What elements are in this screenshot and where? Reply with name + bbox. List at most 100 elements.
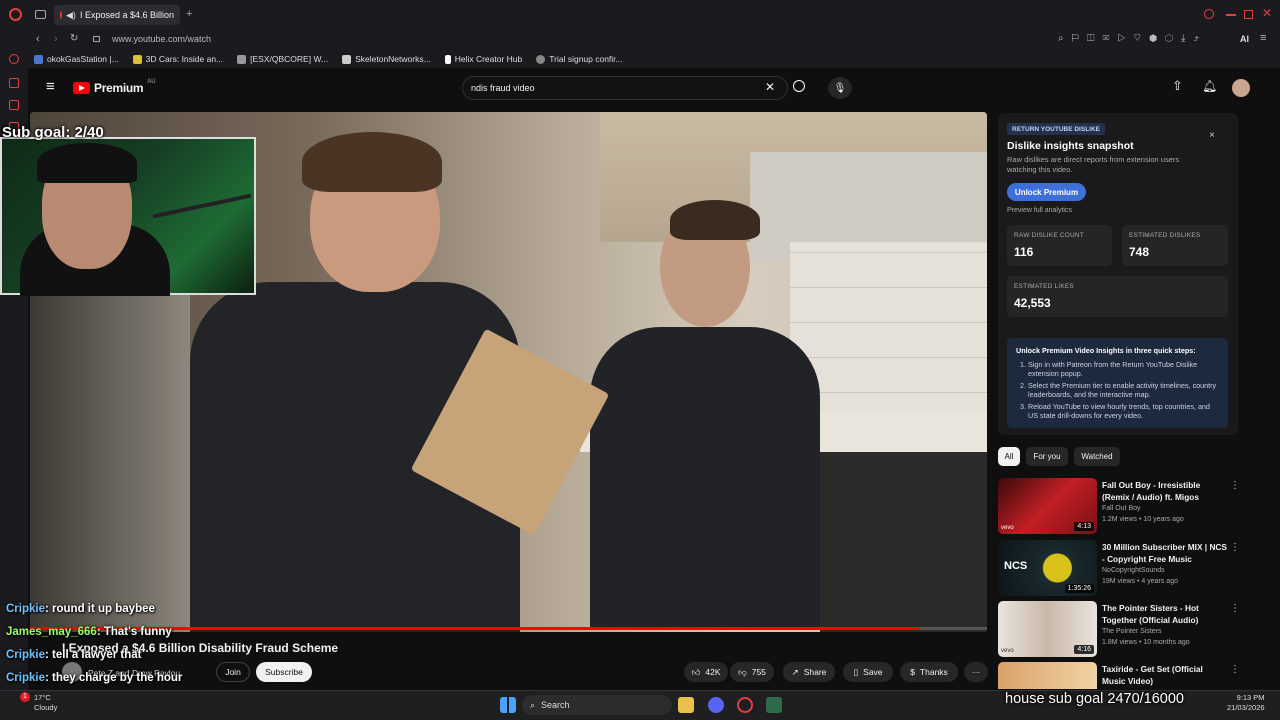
youtube-logo[interactable]: Premium AU <box>73 79 156 95</box>
youtube-play-icon <box>73 82 90 94</box>
ncs-logo: NCS <box>1004 560 1028 572</box>
weather-condition: Cloudy <box>34 702 58 712</box>
chat-user: James_may_666 <box>6 626 97 638</box>
join-button[interactable]: Join <box>216 662 250 682</box>
opera-logo-icon[interactable] <box>9 8 22 21</box>
terminal-icon[interactable] <box>766 697 782 713</box>
discord-icon[interactable] <box>708 697 724 713</box>
chip-watched[interactable]: Watched <box>1074 447 1120 466</box>
speaker-icon[interactable]: ◀) <box>66 10 76 21</box>
chip-all[interactable]: All <box>998 447 1020 466</box>
recommendation-item[interactable]: vevo 4:13 Fall Out Boy - Irresistible (R… <box>998 478 1240 536</box>
estimated-likes-card: ESTIMATED LIKES 42,553 <box>1007 276 1228 317</box>
recommendation-thumbnail[interactable] <box>998 662 1097 689</box>
new-tab-button[interactable]: + <box>186 8 192 20</box>
microphone-icon[interactable]: 🎙︎ <box>828 77 852 99</box>
recommendation-thumbnail[interactable]: vevo 4:16 <box>998 601 1097 657</box>
restore-button[interactable] <box>1244 10 1253 19</box>
file-explorer-icon[interactable] <box>678 697 694 713</box>
chat-message: : tell a lawyer that <box>45 649 142 661</box>
windows-start-icon[interactable] <box>500 697 516 713</box>
duration-badge: 4:16 <box>1074 645 1094 654</box>
back-icon[interactable]: ‹ <box>36 33 40 45</box>
lock-icon[interactable] <box>93 36 100 42</box>
recommendation-title: Fall Out Boy - Irresistible (Remix / Aud… <box>1102 480 1201 502</box>
thumbs-up-icon: 👍︎ <box>691 666 701 677</box>
tab-overview-icon[interactable] <box>35 10 46 19</box>
sidebar-red-icon-2[interactable] <box>9 78 19 88</box>
bookmark-item[interactable]: okokGasStation |... <box>34 54 119 64</box>
sidebar-red-icon-3[interactable] <box>9 100 19 110</box>
recommendation-meta: 19M views • 4 years ago <box>1102 578 1178 585</box>
system-clock[interactable]: 9:13 PM 21/03/2026 <box>1227 693 1265 713</box>
tab-title: I Exposed a $4.6 Billion <box>79 10 174 20</box>
webcam-microphone-arm <box>152 193 252 219</box>
streamer-webcam <box>0 137 256 296</box>
more-options-icon[interactable]: ⋮ <box>1230 603 1240 614</box>
forward-icon[interactable]: › <box>54 33 58 45</box>
date: 21/03/2026 <box>1227 702 1265 712</box>
thanks-icon: $ <box>910 667 915 677</box>
vevo-label: vevo <box>1001 525 1014 531</box>
step-item: Reload YouTube to view hourly trends, to… <box>1028 402 1221 420</box>
more-options-icon[interactable]: ⋮ <box>1230 664 1238 675</box>
recommendation-thumbnail[interactable]: NCS 1:35:26 <box>998 540 1097 596</box>
preview-analytics-link[interactable]: Preview full analytics <box>1007 207 1072 214</box>
house-sub-goal-overlay: house sub goal 2470/16000 <box>1005 691 1184 707</box>
url-field[interactable]: www.youtube.com/watch <box>112 34 211 44</box>
ai-button[interactable]: AI <box>1240 34 1249 44</box>
panel-description: Raw dislikes are direct reports from ext… <box>1007 155 1180 174</box>
bookmark-item[interactable]: Trial signup confir... <box>536 54 623 64</box>
share-button[interactable]: ↗ Share <box>783 662 835 682</box>
bookmark-item[interactable]: 3D Cars: Inside an... <box>132 54 223 64</box>
clear-search-icon[interactable]: ✕ <box>765 80 775 94</box>
subscribe-button[interactable]: Subscribe <box>256 662 312 682</box>
chat-user: Cripkie <box>6 672 45 684</box>
save-button[interactable]: ▯ Save <box>843 662 893 682</box>
bookmark-item[interactable]: [ESX/QBCORE] W... <box>237 54 328 64</box>
avatar[interactable] <box>1232 79 1250 97</box>
bookmark-favicon-icon <box>536 54 546 64</box>
recording-dot-icon <box>60 11 63 19</box>
steps-heading: Unlock Premium Video Insights in three q… <box>1016 346 1196 355</box>
recommendation-item[interactable]: Taxiride - Get Set (Official Music Video… <box>998 662 1238 689</box>
chat-line: James_may_666: That's funny <box>6 626 172 638</box>
close-window-button[interactable]: ✕ <box>1262 6 1272 20</box>
taskbar-search-input[interactable]: ⌕ Search <box>522 695 672 715</box>
bookmark-favicon-icon <box>132 54 142 64</box>
dislike-button[interactable]: 👎︎ 755 <box>730 662 774 682</box>
opera-taskbar-icon[interactable] <box>737 697 753 713</box>
bookmark-favicon-icon <box>34 54 43 64</box>
search-input[interactable]: ndis fraud video <box>462 76 788 100</box>
more-actions-button[interactable]: ··· <box>964 662 988 682</box>
recommendation-item[interactable]: vevo 4:16 The Pointer Sisters - Hot Toge… <box>998 601 1240 659</box>
bookmark-item[interactable]: SkeletonNetworks... <box>342 54 431 64</box>
search-tabs-icon[interactable] <box>1204 9 1214 19</box>
thanks-button[interactable]: $ Thanks <box>900 662 958 682</box>
unlock-premium-button[interactable]: Unlock Premium <box>1007 183 1086 201</box>
chat-line: Cripkie: round it up baybee <box>6 603 155 615</box>
recommendation-item[interactable]: NCS 1:35:26 30 Million Subscriber MIX | … <box>998 540 1240 598</box>
browser-tab-bar: ◀) I Exposed a $4.6 Billion + ✕ <box>0 0 1280 30</box>
bookmark-item[interactable]: Helix Creator Hub <box>444 54 522 64</box>
chip-for-you[interactable]: For you <box>1026 447 1068 466</box>
minimize-button[interactable] <box>1226 14 1236 16</box>
reload-icon[interactable]: ↻ <box>70 33 78 44</box>
sidebar-red-icon-1[interactable] <box>9 54 19 64</box>
upload-icon[interactable]: ⇧ <box>1172 78 1183 94</box>
like-button[interactable]: 👍︎ 42K <box>684 662 728 682</box>
recommendation-title: Taxiride - Get Set (Official Music Video… <box>1102 664 1203 686</box>
recommendation-thumbnail[interactable]: vevo 4:13 <box>998 478 1097 534</box>
tab-youtube-video[interactable]: ◀) I Exposed a $4.6 Billion <box>54 5 180 25</box>
menu-icon[interactable]: ≡ <box>1260 32 1266 44</box>
notifications-bell-icon[interactable]: 🔔︎ <box>1202 79 1217 93</box>
video-progress-bar[interactable] <box>30 627 987 630</box>
hamburger-menu-icon[interactable]: ≡ <box>46 78 55 95</box>
steps-list: Sign in with Patreon from the Return You… <box>1016 360 1221 423</box>
more-options-icon[interactable]: ⋮ <box>1230 480 1240 491</box>
close-icon[interactable]: × <box>1209 130 1215 141</box>
toolbar-icons[interactable]: ⌕⚐◫✉▷♡⬢⬡⤓⤴ <box>1058 33 1207 44</box>
bookmark-icon: ▯ <box>853 666 859 677</box>
more-options-icon[interactable]: ⋮ <box>1230 542 1240 553</box>
search-icon[interactable] <box>793 80 805 92</box>
